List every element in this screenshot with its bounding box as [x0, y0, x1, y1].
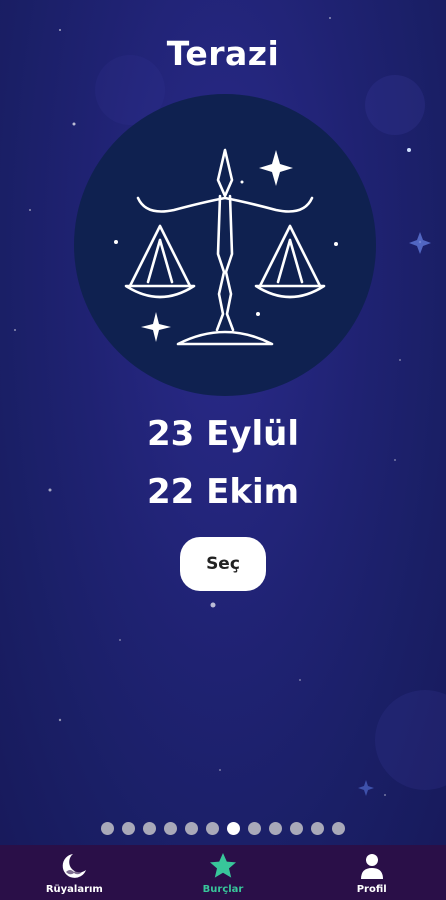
- zodiac-sign-emblem: [74, 94, 376, 396]
- page-dot[interactable]: [248, 822, 261, 835]
- page-dot[interactable]: [269, 822, 282, 835]
- page-dot[interactable]: [101, 822, 114, 835]
- page-dot[interactable]: [290, 822, 303, 835]
- page-dot-active[interactable]: [227, 822, 240, 835]
- nav-label-horoscopes: Burçlar: [202, 884, 244, 895]
- date-range-end: 22 Ekim: [146, 472, 300, 512]
- bottom-navigation: Rüyalarım Burçlar Profil: [0, 845, 446, 900]
- page-dot[interactable]: [185, 822, 198, 835]
- nav-item-dreams[interactable]: Rüyalarım: [0, 845, 149, 900]
- page-indicator: [0, 822, 446, 835]
- page-dot[interactable]: [164, 822, 177, 835]
- page-title: Terazi: [166, 34, 280, 73]
- libra-scales-icon: [114, 148, 338, 346]
- page-dot[interactable]: [143, 822, 156, 835]
- star-icon: [210, 853, 236, 878]
- page-dot[interactable]: [311, 822, 324, 835]
- person-icon: [360, 854, 383, 879]
- nav-item-profile[interactable]: Profil: [297, 845, 446, 900]
- date-range-start: 23 Eylül: [146, 414, 300, 454]
- nav-label-dreams: Rüyalarım: [45, 884, 103, 895]
- page-dot[interactable]: [332, 822, 345, 835]
- page-dot[interactable]: [122, 822, 135, 835]
- nav-label-profile: Profil: [356, 884, 387, 895]
- nav-item-horoscopes[interactable]: Burçlar: [149, 845, 298, 900]
- moon-icon: [63, 854, 87, 878]
- page-dot[interactable]: [206, 822, 219, 835]
- select-sign-button[interactable]: Seç: [180, 537, 266, 591]
